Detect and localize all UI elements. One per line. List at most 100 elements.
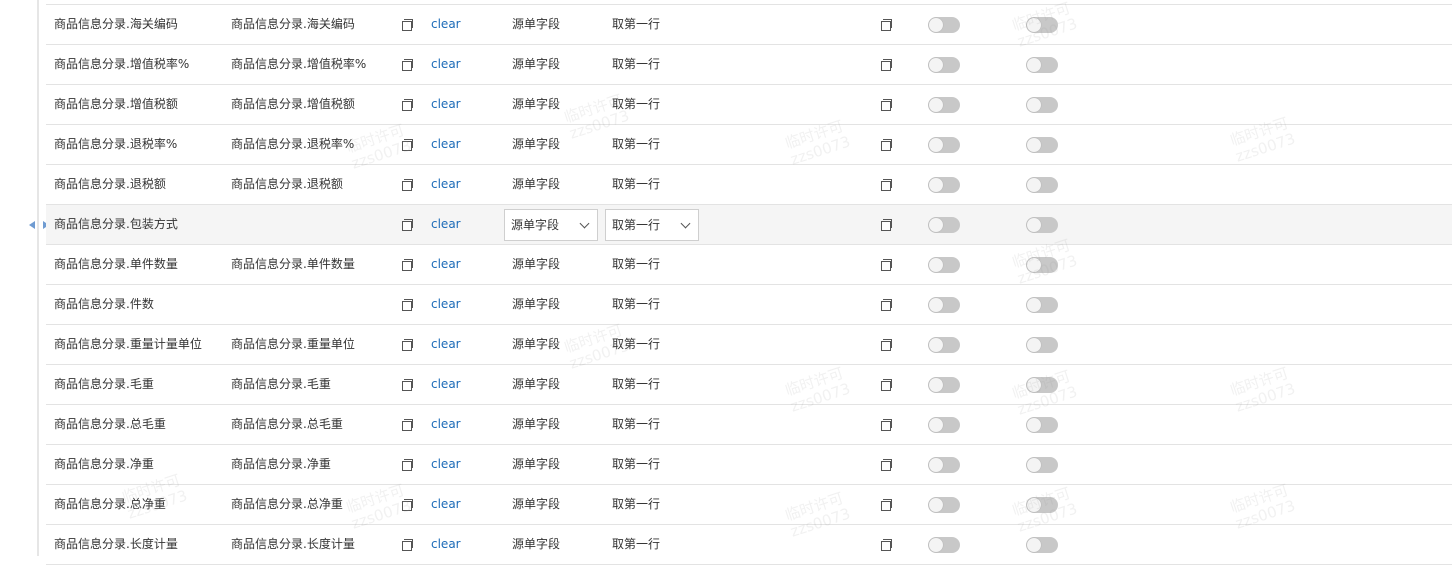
value-type-cell[interactable]: 源单字段 xyxy=(512,45,560,84)
toggle-switch[interactable] xyxy=(1026,125,1058,164)
clear-link[interactable]: clear xyxy=(431,85,461,124)
rule-cell[interactable]: 取第一行 xyxy=(612,365,660,404)
toggle-switch[interactable] xyxy=(1026,525,1058,564)
rule-cell[interactable]: 取第一行 xyxy=(612,525,660,564)
copy-button[interactable] xyxy=(880,485,892,524)
rule-cell[interactable]: 取第一行 xyxy=(612,325,660,364)
toggle-switch[interactable] xyxy=(928,45,960,84)
copy-button[interactable] xyxy=(401,125,413,164)
toggle-switch[interactable] xyxy=(1026,45,1058,84)
value-type-cell[interactable]: 源单字段 xyxy=(512,325,560,364)
clear-link[interactable]: clear xyxy=(431,5,461,44)
rule-cell[interactable]: 取第一行 xyxy=(612,245,660,284)
clear-link[interactable]: clear xyxy=(431,445,461,484)
copy-button[interactable] xyxy=(401,245,413,284)
copy-button[interactable] xyxy=(880,45,892,84)
clear-link[interactable]: clear xyxy=(431,405,461,444)
copy-button[interactable] xyxy=(401,485,413,524)
toggle-switch[interactable] xyxy=(928,165,960,204)
table-row[interactable]: 商品信息分录.长度计量 商品信息分录.长度计量 clear 源单字段 取第一行 xyxy=(46,525,1452,565)
rule-cell[interactable]: 取第一行 xyxy=(612,285,660,324)
copy-button[interactable] xyxy=(401,445,413,484)
toggle-switch[interactable] xyxy=(1026,365,1058,404)
copy-button[interactable] xyxy=(880,85,892,124)
table-row[interactable]: 商品信息分录.退税额 商品信息分录.退税额 clear 源单字段 取第一行 xyxy=(46,165,1452,205)
toggle-switch[interactable] xyxy=(1026,405,1058,444)
clear-link[interactable]: clear xyxy=(431,125,461,164)
value-type-cell[interactable]: 源单字段 xyxy=(512,5,560,44)
toggle-switch[interactable] xyxy=(1026,445,1058,484)
rule-cell[interactable]: 取第一行 xyxy=(612,165,660,204)
copy-button[interactable] xyxy=(880,445,892,484)
clear-link[interactable]: clear xyxy=(431,325,461,364)
rule-cell[interactable]: 取第一行 xyxy=(612,125,660,164)
value-type-cell[interactable]: 源单字段 xyxy=(512,445,560,484)
copy-button[interactable] xyxy=(401,325,413,364)
clear-link[interactable]: clear xyxy=(431,285,461,324)
toggle-switch[interactable] xyxy=(928,485,960,524)
toggle-switch[interactable] xyxy=(928,325,960,364)
table-row[interactable]: 商品信息分录.总毛重 商品信息分录.总毛重 clear 源单字段 取第一行 xyxy=(46,405,1452,445)
copy-button[interactable] xyxy=(880,285,892,324)
rule-cell[interactable]: 取第一行 xyxy=(612,5,660,44)
rule-select[interactable]: 取第一行 xyxy=(605,209,699,241)
copy-button[interactable] xyxy=(880,325,892,364)
copy-button[interactable] xyxy=(880,245,892,284)
clear-link[interactable]: clear xyxy=(431,525,461,564)
toggle-switch[interactable] xyxy=(1026,325,1058,364)
toggle-switch[interactable] xyxy=(928,5,960,44)
toggle-switch[interactable] xyxy=(928,365,960,404)
rule-cell[interactable]: 取第一行 xyxy=(612,405,660,444)
toggle-switch[interactable] xyxy=(928,125,960,164)
clear-link[interactable]: clear xyxy=(431,365,461,404)
value-type-cell[interactable]: 源单字段 xyxy=(512,125,560,164)
toggle-switch[interactable] xyxy=(928,285,960,324)
table-row[interactable]: 商品信息分录.总净重 商品信息分录.总净重 clear 源单字段 取第一行 xyxy=(46,485,1452,525)
toggle-switch[interactable] xyxy=(1026,285,1058,324)
value-type-cell[interactable]: 源单字段 xyxy=(512,245,560,284)
value-type-cell[interactable]: 源单字段 xyxy=(512,525,560,564)
rule-cell[interactable]: 取第一行 xyxy=(612,45,660,84)
clear-link[interactable]: clear xyxy=(431,45,461,84)
table-row[interactable]: 商品信息分录.包装方式 clear 源单字段 取第一行 xyxy=(46,205,1452,245)
table-row[interactable]: 商品信息分录.单件数量 商品信息分录.单件数量 clear 源单字段 取第一行 xyxy=(46,245,1452,285)
toggle-switch[interactable] xyxy=(1026,245,1058,284)
clear-link[interactable]: clear xyxy=(431,165,461,204)
value-type-cell[interactable]: 源单字段 xyxy=(512,285,560,324)
value-type-cell[interactable]: 源单字段 xyxy=(512,365,560,404)
copy-button[interactable] xyxy=(880,205,892,244)
copy-button[interactable] xyxy=(401,5,413,44)
clear-link[interactable]: clear xyxy=(431,245,461,284)
table-row[interactable]: 商品信息分录.退税率% 商品信息分录.退税率% clear 源单字段 取第一行 xyxy=(46,125,1452,165)
table-row[interactable]: 商品信息分录.增值税率% 商品信息分录.增值税率% clear 源单字段 取第一… xyxy=(46,45,1452,85)
rule-cell[interactable]: 取第一行 xyxy=(612,445,660,484)
toggle-switch[interactable] xyxy=(1026,485,1058,524)
toggle-switch[interactable] xyxy=(1026,205,1058,244)
copy-button[interactable] xyxy=(401,365,413,404)
table-row[interactable]: 商品信息分录.重量计量单位 商品信息分录.重量单位 clear 源单字段 取第一… xyxy=(46,325,1452,365)
copy-button[interactable] xyxy=(880,525,892,564)
copy-button[interactable] xyxy=(880,5,892,44)
value-type-cell[interactable]: 源单字段 xyxy=(512,485,560,524)
copy-button[interactable] xyxy=(401,45,413,84)
table-row[interactable]: 商品信息分录.海关编码 商品信息分录.海关编码 clear 源单字段 取第一行 xyxy=(46,5,1452,45)
copy-button[interactable] xyxy=(401,165,413,204)
copy-button[interactable] xyxy=(401,525,413,564)
copy-button[interactable] xyxy=(401,85,413,124)
copy-button[interactable] xyxy=(880,165,892,204)
value-type-cell[interactable]: 源单字段 xyxy=(512,85,560,124)
copy-button[interactable] xyxy=(880,405,892,444)
copy-button[interactable] xyxy=(401,405,413,444)
table-row[interactable]: 商品信息分录.增值税额 商品信息分录.增值税额 clear 源单字段 取第一行 xyxy=(46,85,1452,125)
value-type-cell[interactable]: 源单字段 xyxy=(512,405,560,444)
value-type-select[interactable]: 源单字段 xyxy=(504,209,598,241)
toggle-switch[interactable] xyxy=(928,405,960,444)
value-type-cell[interactable]: 源单字段 xyxy=(512,165,560,204)
copy-button[interactable] xyxy=(880,365,892,404)
table-row[interactable]: 商品信息分录.净重 商品信息分录.净重 clear 源单字段 取第一行 xyxy=(46,445,1452,485)
clear-link[interactable]: clear xyxy=(431,205,461,244)
toggle-switch[interactable] xyxy=(1026,165,1058,204)
toggle-switch[interactable] xyxy=(1026,5,1058,44)
table-row[interactable]: 商品信息分录.件数 clear 源单字段 取第一行 xyxy=(46,285,1452,325)
copy-button[interactable] xyxy=(401,285,413,324)
